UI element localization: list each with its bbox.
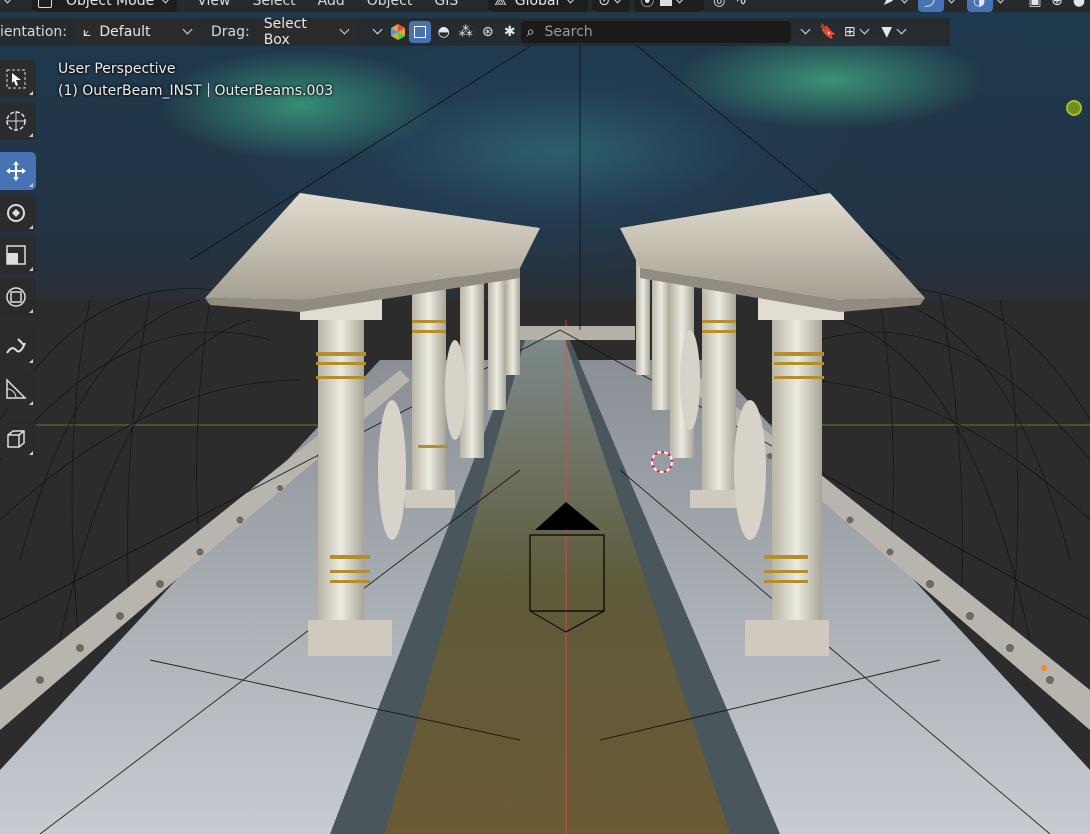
filter-dropdown-icon[interactable] xyxy=(795,21,817,43)
tool-add-cube[interactable] xyxy=(0,420,36,458)
3d-viewport[interactable]: User Perspective (1) OuterBeam_INST Outer… xyxy=(0,0,1090,834)
falloff-icon[interactable]: ∿ xyxy=(730,0,752,12)
info-separator xyxy=(207,83,209,97)
wireframe-shading-icon[interactable]: ⊕ xyxy=(1046,0,1068,12)
solid-shading-icon[interactable]: ● xyxy=(1068,0,1090,12)
add-cube-icon xyxy=(7,430,25,448)
world-icon[interactable]: ⊛ xyxy=(477,21,499,43)
select-box-mode-button[interactable] xyxy=(408,21,431,43)
hierarchy-icon[interactable]: ⊞ xyxy=(839,21,861,43)
proportional-edit-icon[interactable]: ◎ xyxy=(708,0,730,12)
object-data: OuterBeams.003 xyxy=(214,83,334,99)
object-mode-icon xyxy=(38,0,52,8)
select-tool-icon[interactable]: ➤ xyxy=(877,0,899,12)
orientation-axes-icon: ⟁ xyxy=(494,0,507,9)
menu-view[interactable]: View xyxy=(197,0,230,9)
select-box-icon xyxy=(6,69,26,89)
snap-icon: ⦿ xyxy=(640,0,655,10)
navigation-gizmo-dot[interactable] xyxy=(1066,100,1082,116)
search-placeholder: Search xyxy=(544,24,593,40)
tool-rotate[interactable] xyxy=(0,194,36,232)
mode-label: Object Mode xyxy=(66,0,155,9)
cursor-icon xyxy=(6,111,26,131)
pivot-point-dropdown[interactable]: ⊙ xyxy=(592,0,631,12)
search-field[interactable]: ⌕ Search xyxy=(520,21,791,43)
move-icon xyxy=(6,161,26,181)
menu-add[interactable]: Add xyxy=(318,0,345,9)
snap-dropdown[interactable]: ⦿ xyxy=(634,0,705,12)
scale-icon xyxy=(6,245,26,265)
drag-label: Drag: xyxy=(210,24,250,40)
orientation-gizmo-icon: ⟀ xyxy=(82,24,92,40)
object-info-line: (1) OuterBeam_INST OuterBeams.003 xyxy=(58,80,333,102)
transform-orientation-label: Global xyxy=(514,0,560,9)
orientation-dropdown[interactable]: ⟀ Default xyxy=(76,21,199,43)
gizmo-toggle-button[interactable]: ⤴ xyxy=(918,0,944,12)
collapse-chevron-icon[interactable] xyxy=(372,24,383,35)
square-select-icon xyxy=(413,26,426,38)
particles-icon[interactable]: ⁂ xyxy=(455,21,477,43)
drag-value: Select Box xyxy=(263,16,307,48)
overlay-toggle-button[interactable]: ◑ xyxy=(967,0,993,12)
material-color-icon[interactable] xyxy=(387,21,409,43)
view-name: User Perspective xyxy=(58,61,176,77)
gizmo-icon: ⤴ xyxy=(924,0,938,10)
overlay-icon: ◑ xyxy=(973,0,986,9)
menu-gis[interactable]: GIS xyxy=(434,0,458,9)
viewport-info: User Perspective (1) OuterBeam_INST Outer… xyxy=(58,58,333,102)
measure-icon xyxy=(6,378,27,399)
blender-window: User Perspective (1) OuterBeam_INST Outer… xyxy=(0,0,1090,834)
search-icon: ⌕ xyxy=(526,24,535,40)
solid-sphere-icon[interactable]: ◓ xyxy=(433,21,455,43)
mode-dropdown[interactable]: Object Mode xyxy=(32,0,178,12)
tool-settings-header: ientation: ⟀ Default Drag: Select Box ◓ … xyxy=(0,16,950,48)
snap-target-icon xyxy=(660,0,673,6)
orientation-label: ientation: xyxy=(0,24,67,40)
tool-annotate[interactable] xyxy=(0,328,36,366)
menu-select[interactable]: Select xyxy=(252,0,295,9)
annotate-icon xyxy=(6,338,26,354)
transform-orientation-dropdown[interactable]: ⟁ Global xyxy=(488,0,589,12)
tool-transform[interactable] xyxy=(0,278,36,316)
orientation-value: Default xyxy=(99,24,151,40)
xray-icon[interactable]: ▣ xyxy=(1024,0,1046,12)
pivot-icon: ⊙ xyxy=(598,0,610,9)
tool-move[interactable] xyxy=(0,152,36,190)
rotate-icon xyxy=(7,204,25,222)
object-info: (1) OuterBeam_INST xyxy=(58,83,202,99)
tool-cursor[interactable] xyxy=(0,102,36,140)
menu-object[interactable]: Object xyxy=(367,0,413,9)
render-preview-icon[interactable]: ✱ xyxy=(499,21,521,43)
bookmark-icon[interactable]: 🔖 xyxy=(817,21,839,43)
filter-icon[interactable]: ▼ xyxy=(876,21,898,43)
tool-measure[interactable] xyxy=(0,370,36,408)
viewport-header: Object Mode View Select Add Object GIS ⟁… xyxy=(0,0,1090,12)
editor-type-chevron-icon[interactable] xyxy=(0,0,14,12)
tool-select-box[interactable] xyxy=(0,60,36,98)
transform-icon xyxy=(6,287,26,307)
tool-scale[interactable] xyxy=(0,236,36,274)
drag-dropdown[interactable]: Select Box xyxy=(257,16,356,48)
scene-render xyxy=(0,39,1090,834)
